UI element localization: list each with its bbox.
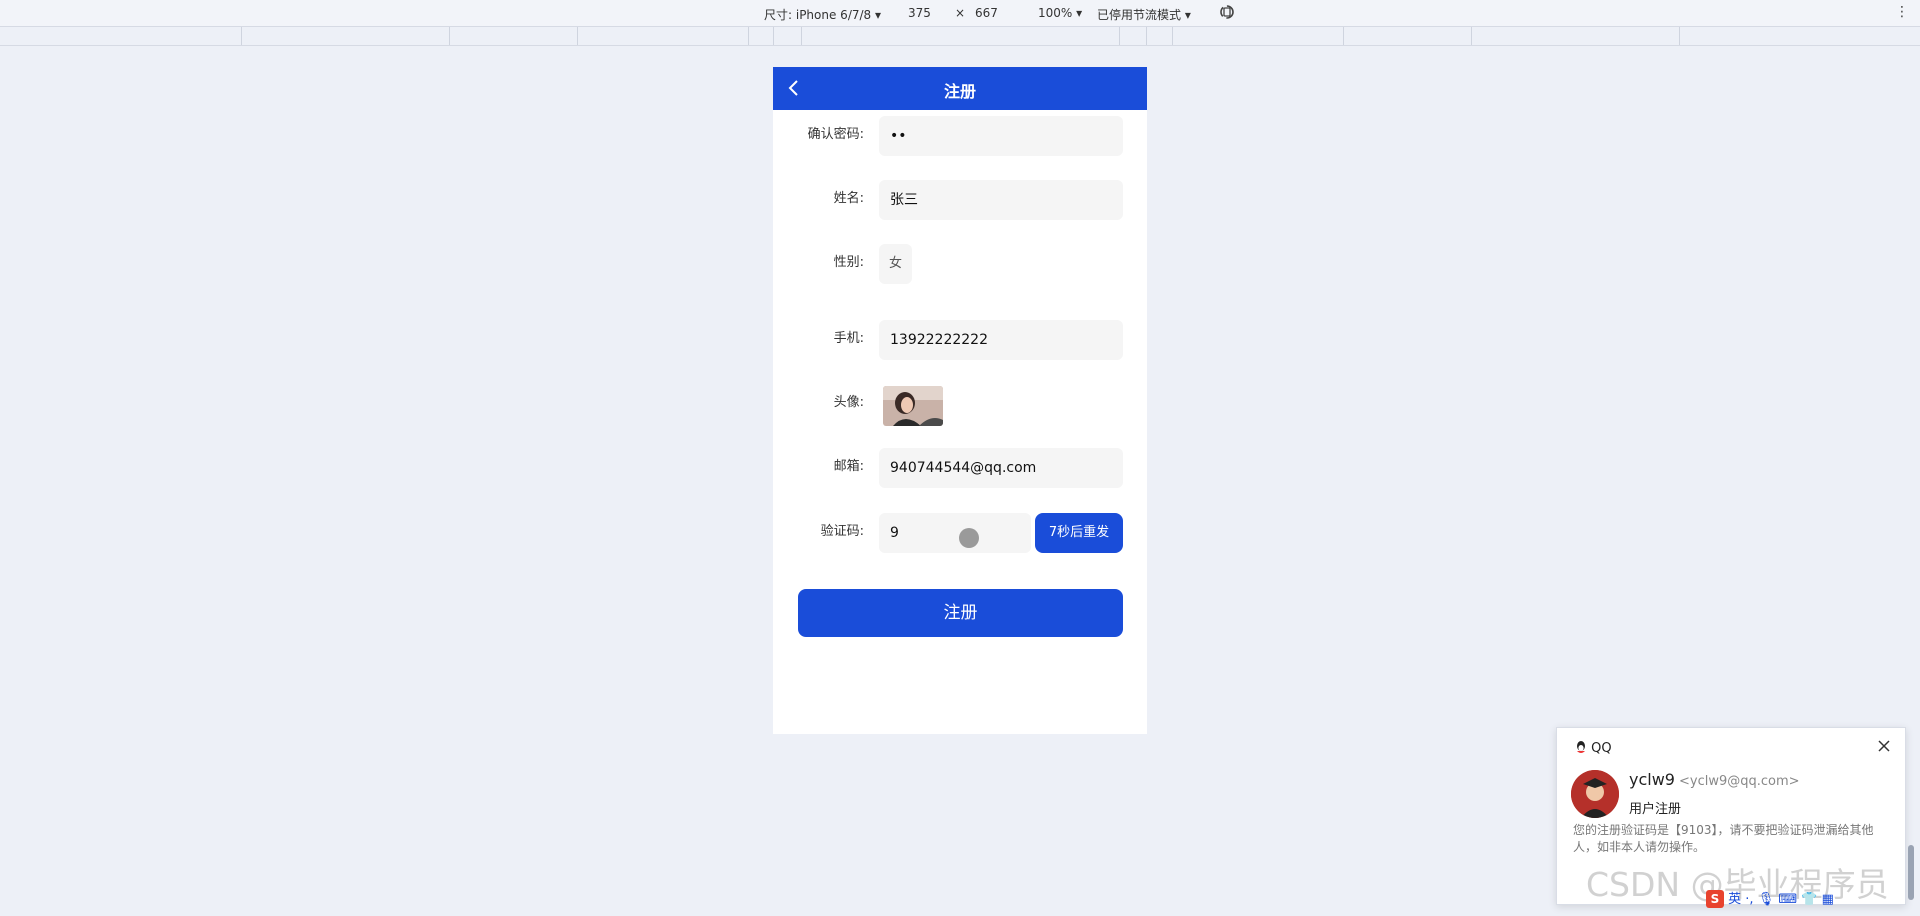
name-field[interactable]: 张三 (879, 180, 1123, 220)
captcha-label: 验证码: (820, 524, 864, 539)
qq-brand-label: QQ (1591, 741, 1612, 756)
dimension-separator: × (955, 6, 966, 20)
device-height-input[interactable]: 667 (975, 6, 998, 20)
close-icon[interactable] (1877, 738, 1891, 752)
gender-label: 性别: (833, 255, 864, 270)
qq-brand: QQ (1575, 740, 1612, 756)
throttle-select[interactable]: 已停用节流模式 ▾ (1097, 6, 1191, 23)
nav-bar: 注册 (773, 67, 1147, 110)
phone-field[interactable]: 13922222222 (879, 320, 1123, 360)
rotate-icon[interactable] (1218, 3, 1236, 24)
sender-avatar (1571, 770, 1619, 818)
toolbox-icon[interactable]: ▦ (1822, 892, 1834, 907)
avatar-label: 头像: (833, 395, 864, 410)
keyboard-icon[interactable]: ⌨ (1778, 892, 1797, 907)
ime-mode[interactable]: 英 (1728, 892, 1741, 907)
captcha-field[interactable]: 9 (879, 513, 1031, 553)
email-label: 邮箱: (833, 459, 864, 474)
sogou-ime-icon[interactable]: S (1706, 890, 1724, 908)
punctuation-icon[interactable]: ·, (1745, 892, 1753, 907)
confirm-password-field[interactable]: •• (879, 116, 1123, 156)
name-label: 姓名: (833, 191, 864, 206)
more-options-icon[interactable]: ⋮ (1895, 4, 1909, 20)
sender-name-text: yclw9 (1629, 770, 1675, 789)
email-field[interactable]: 940744544@qq.com (879, 448, 1123, 488)
device-width-input[interactable]: 375 (908, 6, 931, 20)
sender-email: <yclw9@qq.com> (1678, 774, 1800, 789)
mail-body: 您的注册验证码是【9103】，请不要把验证码泄漏给其他人，如非本人请勿操作。 (1573, 823, 1874, 854)
gender-select[interactable]: 女 (879, 244, 912, 284)
skin-icon[interactable]: 👕 (1801, 892, 1817, 907)
media-query-ruler (0, 27, 1920, 46)
device-select[interactable]: 尺寸: iPhone 6/7/8 ▾ (764, 6, 881, 23)
sender-name: yclw9 <yclw9@qq.com> (1629, 770, 1800, 789)
ime-tray: S 英 ·, 🎙 ⌨ 👕 ▦ (1706, 888, 1906, 914)
devtools-toolbar: 尺寸: iPhone 6/7/8 ▾ 375 × 667 100% ▾ 已停用节… (0, 0, 1920, 27)
page-title: 注册 (943, 82, 976, 101)
touch-cursor (959, 528, 979, 548)
resend-code-button[interactable]: 7秒后重发 (1035, 513, 1123, 553)
zoom-select[interactable]: 100% ▾ (1038, 6, 1082, 20)
confirm-password-label: 确认密码: (807, 127, 864, 142)
mail-subject: 用户注册 (1629, 802, 1682, 817)
register-button[interactable]: 注册 (798, 589, 1123, 637)
phone-label: 手机: (833, 331, 864, 346)
scrollbar[interactable] (1908, 845, 1914, 900)
qq-penguin-icon (1577, 741, 1585, 753)
avatar-image[interactable] (883, 386, 943, 426)
mic-icon[interactable]: 🎙 (1758, 892, 1775, 907)
phone-viewport: 注册 确认密码: •• 姓名: 张三 性别: 女 手机: 13922222222… (773, 67, 1147, 734)
